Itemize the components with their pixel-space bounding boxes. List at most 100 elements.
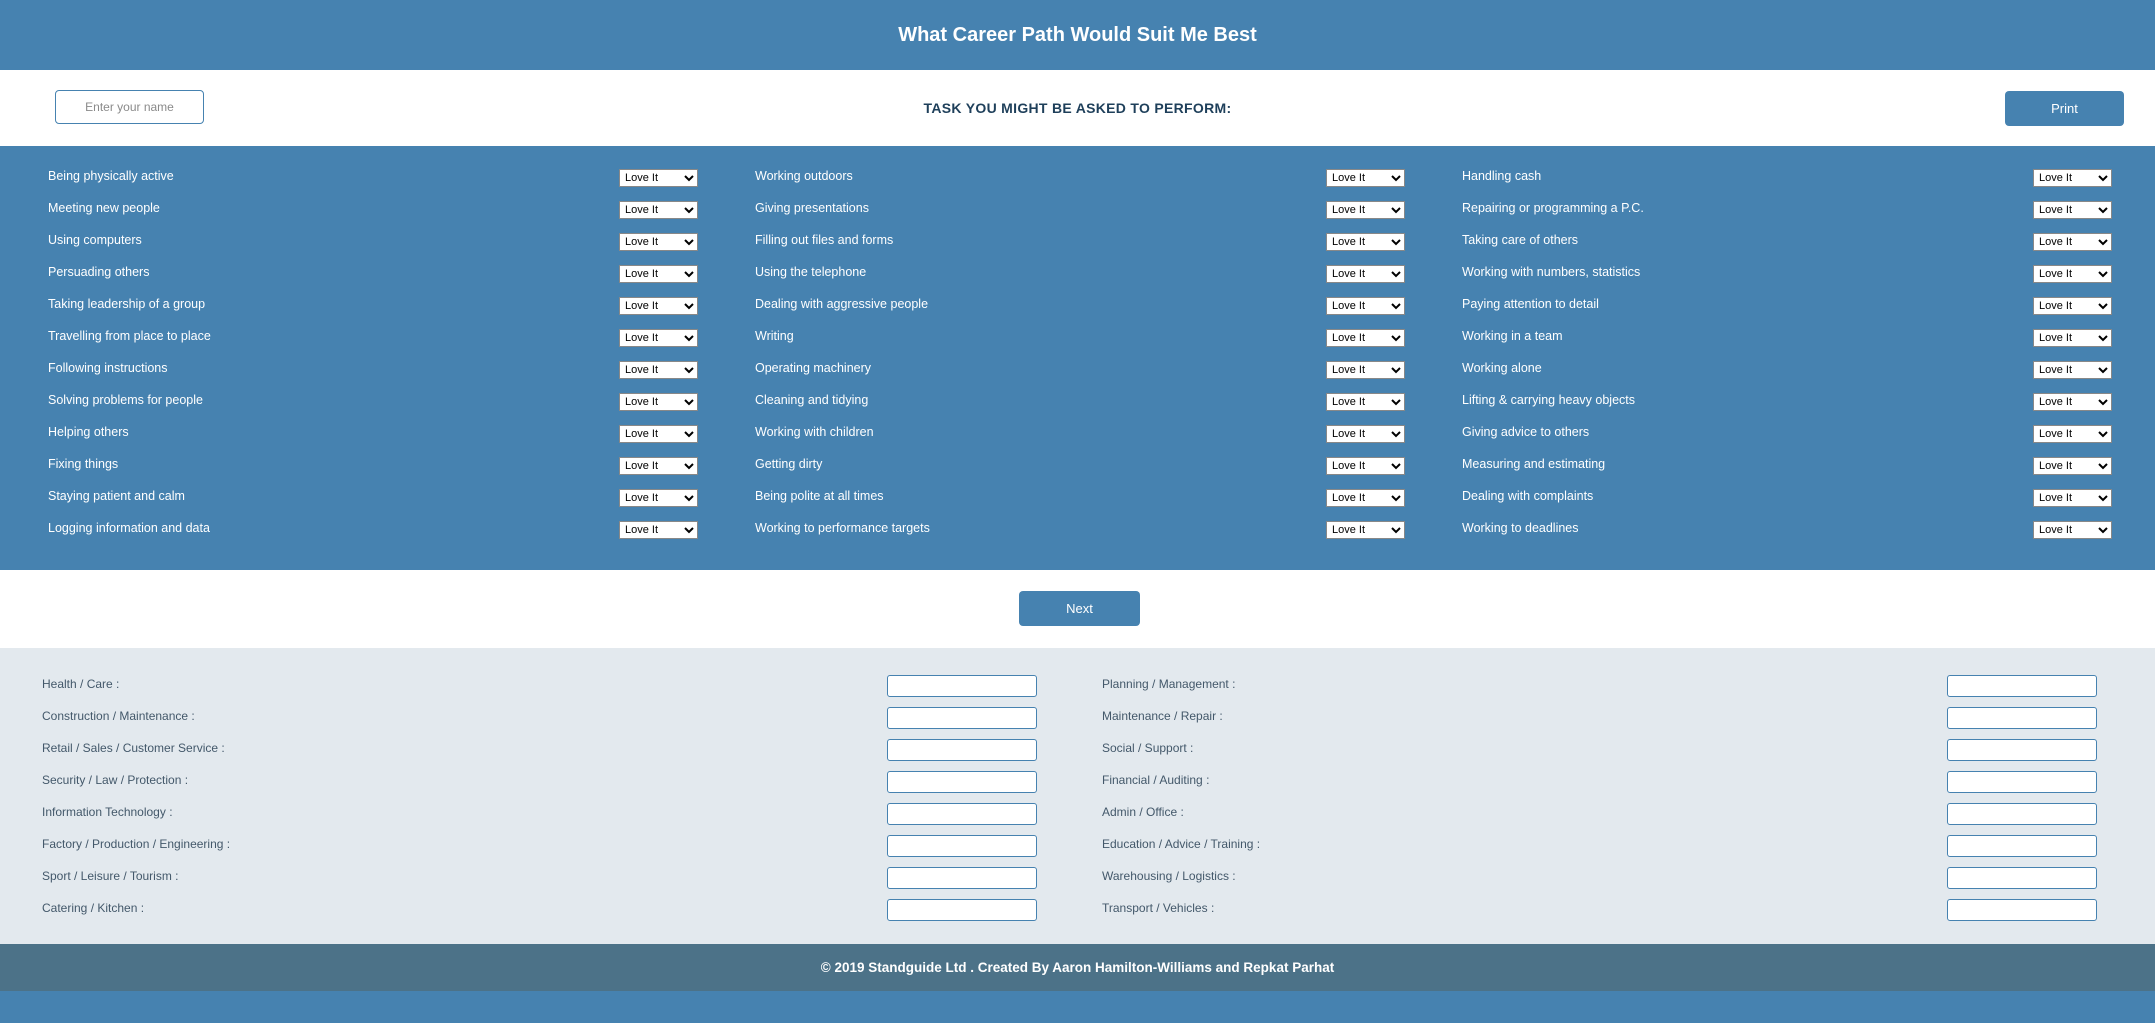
task-rating-select[interactable]: Love It xyxy=(619,265,698,283)
result-score-field[interactable] xyxy=(1947,771,2097,793)
task-heading: TASK YOU MIGHT BE ASKED TO PERFORM: xyxy=(923,100,1232,116)
task-rating-select[interactable]: Love It xyxy=(1326,521,1405,539)
task-label: Working alone xyxy=(1462,361,1542,375)
task-label: Staying patient and calm xyxy=(48,489,185,503)
result-score-field[interactable] xyxy=(1947,707,2097,729)
task-label: Fixing things xyxy=(48,457,119,471)
task-label: Repairing or programming a P.C. xyxy=(1462,201,1644,215)
task-rating-select[interactable]: Love It xyxy=(2033,457,2112,475)
task-label: Taking leadership of a group xyxy=(48,297,206,311)
result-score-field[interactable] xyxy=(887,835,1037,857)
task-rating-select[interactable]: Love It xyxy=(619,233,698,251)
task-label: Solving problems for people xyxy=(48,393,203,407)
task-rating-select[interactable]: Love It xyxy=(1326,361,1405,379)
task-label: Being polite at all times xyxy=(755,489,884,503)
result-score-field[interactable] xyxy=(1947,675,2097,697)
result-score-field[interactable] xyxy=(887,867,1037,889)
task-label: Working in a team xyxy=(1462,329,1563,343)
result-score-field[interactable] xyxy=(887,739,1037,761)
result-score-field[interactable] xyxy=(887,899,1037,921)
task-rating-select[interactable]: Love It xyxy=(1326,265,1405,283)
task-rating-select[interactable]: Love It xyxy=(1326,329,1405,347)
task-row: Persuading others Love It xyxy=(48,256,738,288)
result-label: Planning / Management : xyxy=(1102,677,1236,691)
next-bar: Next xyxy=(0,570,2155,648)
task-rating-select[interactable]: Love It xyxy=(1326,393,1405,411)
task-label: Giving presentations xyxy=(755,201,869,215)
result-score-field[interactable] xyxy=(1947,835,2097,857)
print-button[interactable]: Print xyxy=(2005,91,2124,126)
task-rating-select[interactable]: Love It xyxy=(2033,393,2112,411)
task-rating-select[interactable]: Love It xyxy=(619,489,698,507)
task-row: Using the telephone Love It xyxy=(755,256,1445,288)
task-rating-select[interactable]: Love It xyxy=(2033,361,2112,379)
task-rating-select[interactable]: Love It xyxy=(2033,201,2112,219)
task-rating-select[interactable]: Love It xyxy=(1326,489,1405,507)
task-rating-select[interactable]: Love It xyxy=(2033,521,2112,539)
result-score-field[interactable] xyxy=(1947,867,2097,889)
task-rating-select[interactable]: Love It xyxy=(1326,169,1405,187)
task-rating-select[interactable]: Love It xyxy=(2033,297,2112,315)
task-label: Using computers xyxy=(48,233,142,247)
task-row: Measuring and estimating Love It xyxy=(1462,448,2152,480)
result-score-field[interactable] xyxy=(887,803,1037,825)
task-rating-select[interactable]: Love It xyxy=(2033,329,2112,347)
task-rating-select[interactable]: Love It xyxy=(619,201,698,219)
result-label: Factory / Production / Engineering : xyxy=(42,837,231,851)
task-row: Staying patient and calm Love It xyxy=(48,480,738,512)
task-rating-select[interactable]: Love It xyxy=(1326,297,1405,315)
name-input[interactable] xyxy=(55,90,204,124)
result-label: Maintenance / Repair : xyxy=(1102,709,1223,723)
task-rating-select[interactable]: Love It xyxy=(2033,489,2112,507)
result-row: Health / Care : xyxy=(42,670,1042,702)
task-rating-select[interactable]: Love It xyxy=(619,457,698,475)
task-label: Cleaning and tidying xyxy=(755,393,869,407)
task-rating-select[interactable]: Love It xyxy=(1326,425,1405,443)
task-rating-select[interactable]: Love It xyxy=(619,393,698,411)
task-label: Helping others xyxy=(48,425,129,439)
result-label: Warehousing / Logistics : xyxy=(1102,869,1236,883)
task-rating-select[interactable]: Love It xyxy=(1326,233,1405,251)
task-row: Helping others Love It xyxy=(48,416,738,448)
task-row: Paying attention to detail Love It xyxy=(1462,288,2152,320)
task-row: Working with numbers, statistics Love It xyxy=(1462,256,2152,288)
result-row: Catering / Kitchen : xyxy=(42,894,1042,926)
task-label: Working with numbers, statistics xyxy=(1462,265,1641,279)
task-label: Working to performance targets xyxy=(755,521,930,535)
task-rating-select[interactable]: Love It xyxy=(2033,425,2112,443)
task-label: Travelling from place to place xyxy=(48,329,211,343)
result-score-field[interactable] xyxy=(887,707,1037,729)
task-rating-select[interactable]: Love It xyxy=(2033,233,2112,251)
task-rating-select[interactable]: Love It xyxy=(619,297,698,315)
task-row: Cleaning and tidying Love It xyxy=(755,384,1445,416)
result-score-field[interactable] xyxy=(887,675,1037,697)
task-row: Using computers Love It xyxy=(48,224,738,256)
result-row: Admin / Office : xyxy=(1102,798,2102,830)
result-score-field[interactable] xyxy=(1947,803,2097,825)
result-score-field[interactable] xyxy=(887,771,1037,793)
task-row: Being physically active Love It xyxy=(48,160,738,192)
next-button[interactable]: Next xyxy=(1019,591,1140,626)
result-row: Maintenance / Repair : xyxy=(1102,702,2102,734)
result-row: Planning / Management : xyxy=(1102,670,2102,702)
task-rating-select[interactable]: Love It xyxy=(1326,457,1405,475)
result-row: Social / Support : xyxy=(1102,734,2102,766)
result-row: Retail / Sales / Customer Service : xyxy=(42,734,1042,766)
task-rating-select[interactable]: Love It xyxy=(2033,265,2112,283)
task-row: Taking care of others Love It xyxy=(1462,224,2152,256)
task-rating-select[interactable]: Love It xyxy=(619,169,698,187)
task-rating-select[interactable]: Love It xyxy=(2033,169,2112,187)
result-score-field[interactable] xyxy=(1947,899,2097,921)
result-label: Sport / Leisure / Tourism : xyxy=(42,869,179,883)
task-row: Following instructions Love It xyxy=(48,352,738,384)
task-rating-select[interactable]: Love It xyxy=(619,521,698,539)
task-rating-select[interactable]: Love It xyxy=(619,329,698,347)
task-row: Solving problems for people Love It xyxy=(48,384,738,416)
task-rating-select[interactable]: Love It xyxy=(619,425,698,443)
result-score-field[interactable] xyxy=(1947,739,2097,761)
task-rating-select[interactable]: Love It xyxy=(1326,201,1405,219)
results-column: Planning / Management : Maintenance / Rep… xyxy=(1102,670,2102,926)
task-grid: Being physically active Love It Meeting ne… xyxy=(0,146,2155,570)
task-rating-select[interactable]: Love It xyxy=(619,361,698,379)
task-row: Taking leadership of a group Love It xyxy=(48,288,738,320)
